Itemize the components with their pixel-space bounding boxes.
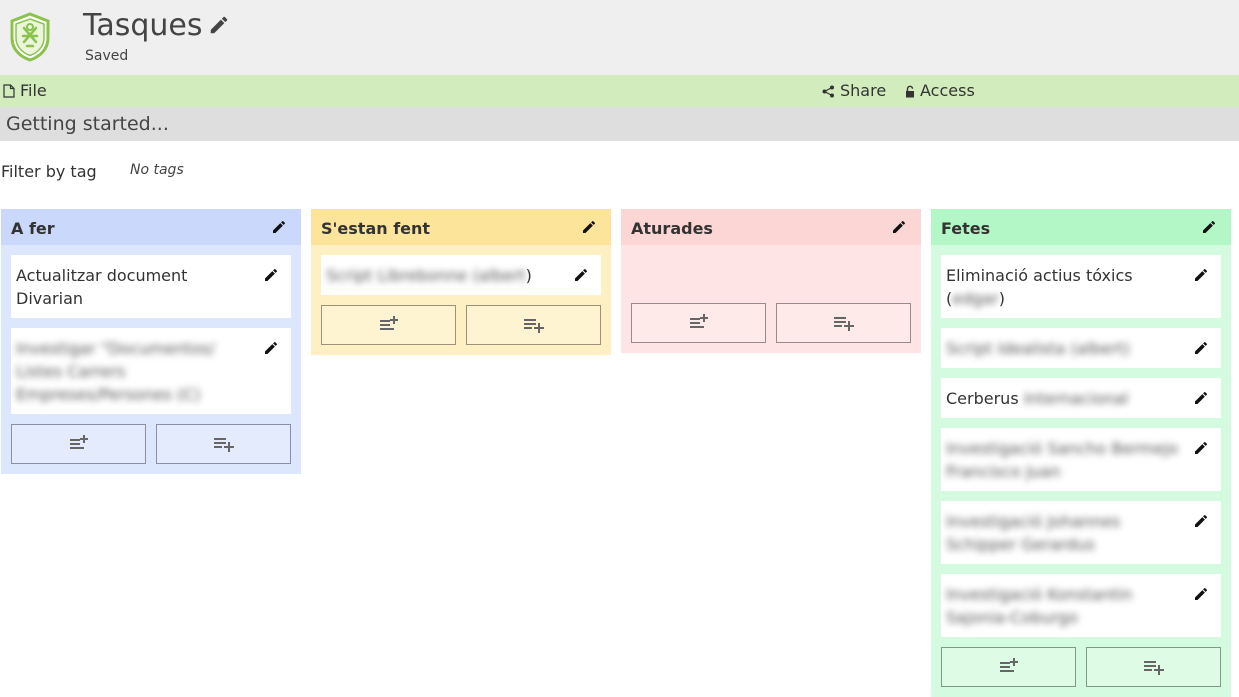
edit-card-icon[interactable] xyxy=(263,267,279,283)
share-menu-label: Share xyxy=(840,81,887,100)
save-status: Saved xyxy=(85,48,129,64)
file-menu-label: File xyxy=(20,81,47,100)
column-title: S'estan fent xyxy=(321,219,431,238)
filter-tags: No tags xyxy=(130,162,184,178)
access-menu-label: Access xyxy=(920,81,975,100)
playlist-add-icon xyxy=(833,317,854,331)
playlist-add-icon xyxy=(523,319,544,333)
task-card[interactable]: Actualitzar document Divarian xyxy=(11,255,291,318)
file-menu[interactable]: File xyxy=(3,82,47,100)
add-card-top-button[interactable] xyxy=(11,424,146,464)
edit-card-icon[interactable] xyxy=(1193,513,1209,529)
playlist-add-icon xyxy=(1143,661,1164,675)
add-card-bottom-button[interactable] xyxy=(466,305,601,345)
column-header: S'estan fent xyxy=(311,209,611,245)
card-text-redacted: Script Idealista (albert) xyxy=(946,339,1130,358)
task-card[interactable]: Investigar "Documentos/ Listes Carrers E… xyxy=(11,328,291,414)
access-menu[interactable]: Access xyxy=(905,82,975,100)
toolbar: File Share Access xyxy=(0,75,1239,107)
card-text-redacted: Investigació Johannes Schipper Gerardus xyxy=(946,512,1121,554)
column-title: A fer xyxy=(11,219,55,238)
column-body xyxy=(621,245,921,353)
card-text-suffix: ) xyxy=(525,266,532,285)
add-card-top-button[interactable] xyxy=(941,647,1076,687)
card-text-redacted: edgar xyxy=(952,289,999,308)
task-card[interactable]: Investigació Johannes Schipper Gerardus xyxy=(941,501,1221,564)
playlist-add-top-icon xyxy=(69,435,88,449)
task-card[interactable]: Investigació Sancho Bermejo Francisco Ju… xyxy=(941,428,1221,491)
add-card-top-button[interactable] xyxy=(321,305,456,345)
column-done: Fetes Eliminació actius tóxics (edgar) S… xyxy=(931,209,1231,697)
edit-card-icon[interactable] xyxy=(1193,267,1209,283)
getting-started-banner[interactable]: Getting started... xyxy=(0,107,1239,141)
column-actions xyxy=(321,305,601,345)
share-icon xyxy=(822,85,834,97)
playlist-add-top-icon xyxy=(689,314,708,328)
column-header: Aturades xyxy=(621,209,921,245)
edit-title-icon[interactable] xyxy=(208,14,230,36)
column-body: Actualitzar document Divarian Investigar… xyxy=(1,245,301,474)
edit-column-icon[interactable] xyxy=(581,219,597,235)
add-card-bottom-button[interactable] xyxy=(1086,647,1221,687)
column-header: A fer xyxy=(1,209,301,245)
edit-card-icon[interactable] xyxy=(1193,440,1209,456)
add-card-bottom-button[interactable] xyxy=(156,424,291,464)
column-actions xyxy=(11,424,291,464)
edit-column-icon[interactable] xyxy=(271,219,287,235)
file-icon xyxy=(3,84,15,98)
column-actions xyxy=(941,647,1221,687)
column-body: Eliminació actius tóxics (edgar) Script … xyxy=(931,245,1231,697)
column-actions xyxy=(631,303,911,343)
card-text-redacted: Investigar "Documentos/ Listes Carrers E… xyxy=(16,339,215,404)
card-text-suffix: ) xyxy=(998,289,1006,308)
card-text: Cerberus xyxy=(946,389,1024,408)
playlist-add-top-icon xyxy=(999,658,1018,672)
edit-card-icon[interactable] xyxy=(1193,340,1209,356)
playlist-add-top-icon xyxy=(379,316,398,330)
card-text: Actualitzar document Divarian xyxy=(16,266,188,308)
add-card-top-button[interactable] xyxy=(631,303,766,343)
edit-card-icon[interactable] xyxy=(573,267,589,283)
card-text-redacted: Script Librebonne (albert xyxy=(326,266,526,285)
edit-card-icon[interactable] xyxy=(1193,390,1209,406)
task-card[interactable]: Investigació Konstantin Sajonia-Coburgo xyxy=(941,574,1221,637)
column-body: Script Librebonne (albert) xyxy=(311,245,611,355)
page-title: Tasques xyxy=(83,8,203,43)
edit-column-icon[interactable] xyxy=(1201,219,1217,235)
task-card[interactable]: Script Librebonne (albert) xyxy=(321,255,601,295)
getting-started-text: Getting started... xyxy=(6,113,169,135)
share-menu[interactable]: Share xyxy=(822,82,886,100)
column-title: Fetes xyxy=(941,219,991,238)
column-header: Fetes xyxy=(931,209,1231,245)
edit-card-icon[interactable] xyxy=(1193,586,1209,602)
column-title: Aturades xyxy=(631,219,713,238)
shield-logo-icon xyxy=(10,12,50,62)
task-card[interactable]: Eliminació actius tóxics (edgar) xyxy=(941,255,1221,318)
app-header: Tasques Saved xyxy=(0,0,1239,75)
card-text-redacted: Investigació Sancho Bermejo Francisco Ju… xyxy=(946,439,1178,481)
card-text-redacted: Internacional xyxy=(1023,389,1129,408)
task-card[interactable]: Cerberus Internacional xyxy=(941,378,1221,418)
column-todo: A fer Actualitzar document Divarian Inve… xyxy=(1,209,301,474)
lock-icon xyxy=(906,85,914,97)
card-text-redacted: Investigació Konstantin Sajonia-Coburgo xyxy=(946,585,1133,627)
filter-label: Filter by tag xyxy=(1,162,97,181)
task-card[interactable]: Script Idealista (albert) xyxy=(941,328,1221,368)
edit-card-icon[interactable] xyxy=(263,340,279,356)
edit-column-icon[interactable] xyxy=(891,219,907,235)
add-card-bottom-button[interactable] xyxy=(776,303,911,343)
playlist-add-icon xyxy=(213,438,234,452)
column-stopped: Aturades xyxy=(621,209,921,353)
column-doing: S'estan fent Script Librebonne (albert) xyxy=(311,209,611,355)
